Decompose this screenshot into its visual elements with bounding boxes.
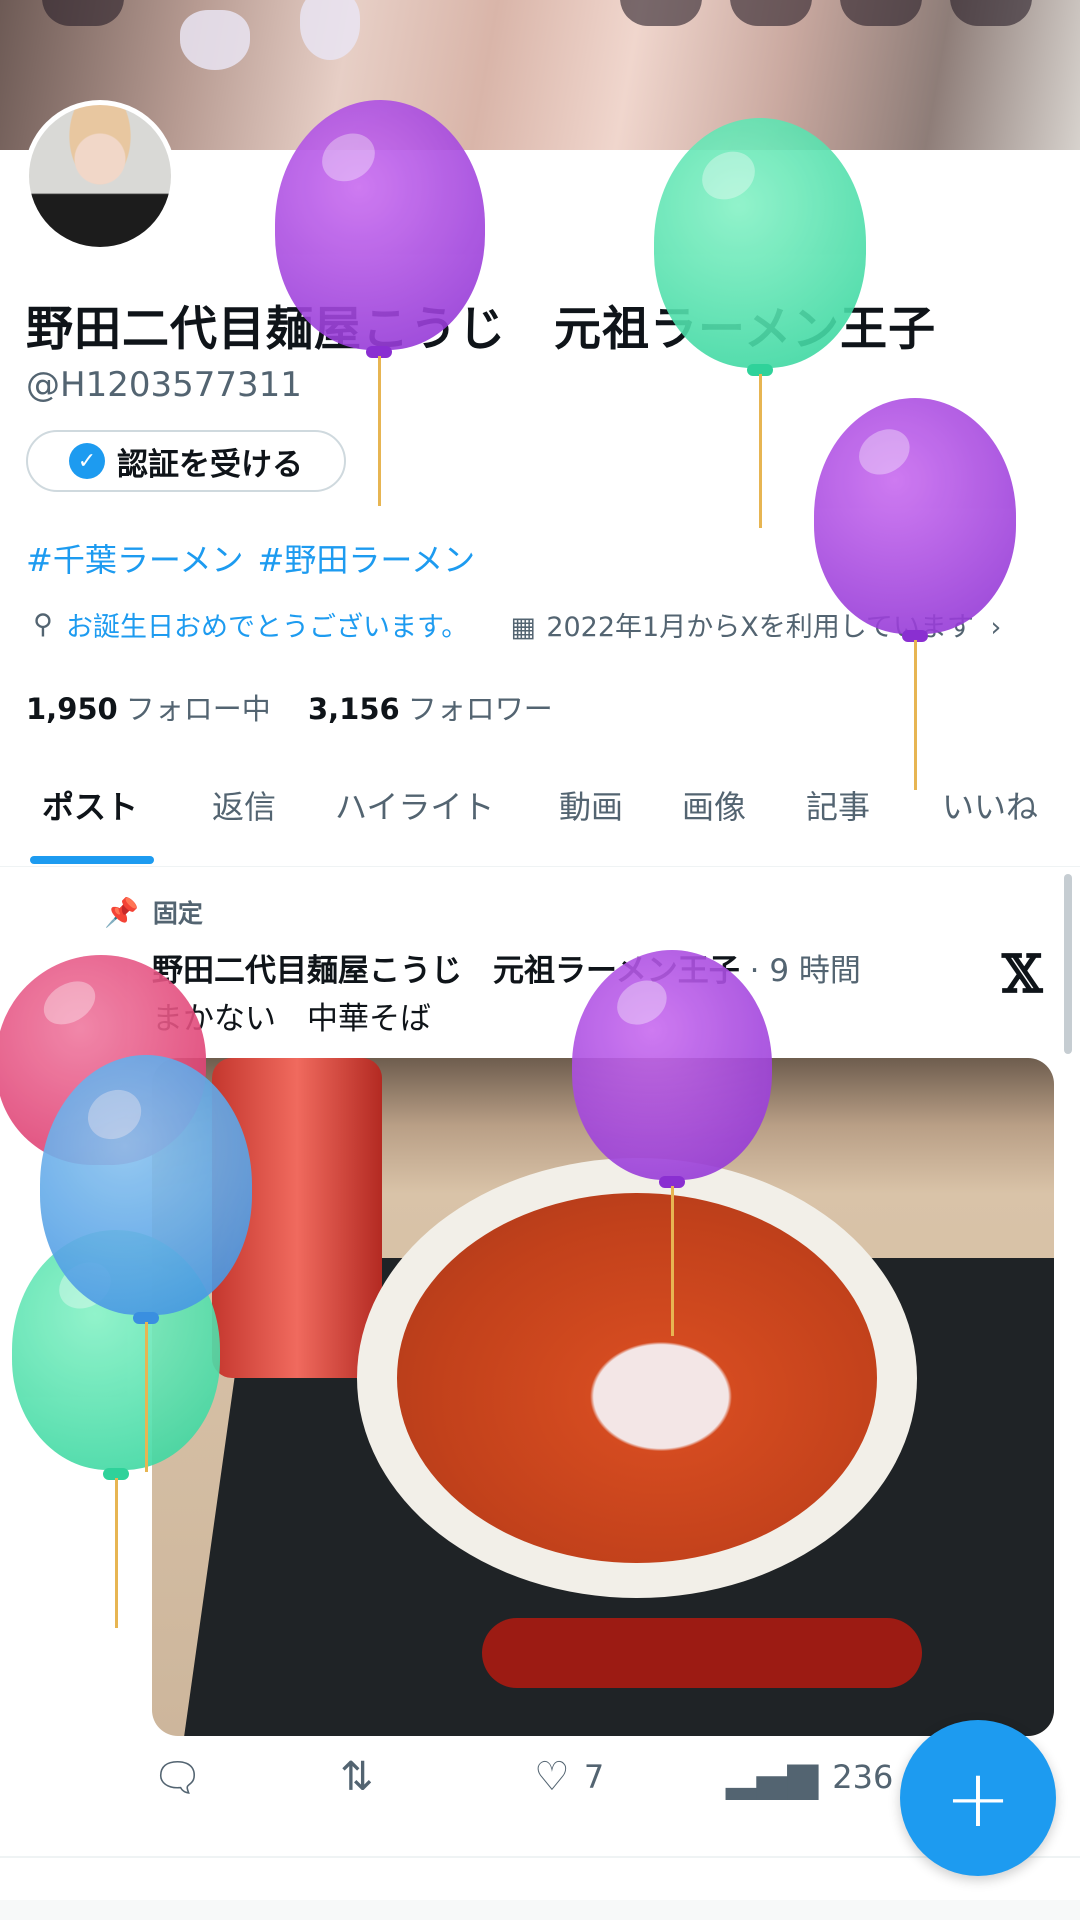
tab-likes[interactable]: いいね	[942, 782, 1038, 828]
bio-hashtags: #千葉ラーメン #野田ラーメン	[26, 535, 489, 581]
tab-images[interactable]: 画像	[682, 782, 746, 828]
next-post-edge	[0, 1900, 1080, 1920]
avatar[interactable]	[24, 100, 176, 252]
post-header: 野田二代目麺屋こうじ 元祖ラーメン王子 · 9 時間	[152, 945, 861, 990]
x-logo-icon: 𝕏	[1002, 944, 1043, 1005]
following-link[interactable]: 1,950 フォロー中	[26, 692, 271, 726]
balloon-string	[759, 374, 762, 528]
like-count: 7	[583, 1758, 605, 1796]
get-verified-button[interactable]: ✓ 認証を受ける	[26, 430, 346, 492]
get-verified-label: 認証を受ける	[117, 446, 303, 483]
hashtag-link[interactable]: #野田ラーメン	[258, 541, 476, 579]
tab-replies[interactable]: 返信	[212, 782, 276, 828]
follow-stats: 1,950 フォロー中 3,156 フォロワー	[26, 686, 553, 728]
compose-button[interactable]: +	[900, 1720, 1056, 1876]
reply-button[interactable]: 🗨	[152, 1754, 203, 1801]
balloon-string	[145, 1322, 148, 1472]
pinned-label: 固定	[152, 899, 203, 928]
tab-articles[interactable]: 記事	[806, 782, 870, 828]
heart-icon: ♡	[534, 1754, 570, 1800]
post-time[interactable]: · 9 時間	[750, 953, 861, 989]
balloon	[654, 118, 866, 368]
view-count: 236	[832, 1758, 894, 1796]
back-button[interactable]	[42, 0, 124, 26]
reply-icon: 🗨	[152, 1755, 203, 1801]
location-icon: ⚲	[33, 609, 53, 640]
balloon	[40, 1055, 252, 1315]
balloon-string	[378, 356, 381, 506]
chevron-right-icon[interactable]: ›	[990, 612, 1001, 643]
profile-banner[interactable]	[0, 0, 1080, 150]
post-image[interactable]	[152, 1058, 1054, 1736]
banner-decoration	[180, 10, 250, 70]
views-icon: ▂▄▆	[726, 1754, 819, 1800]
search-button[interactable]	[620, 0, 702, 26]
more-button[interactable]	[950, 0, 1032, 26]
scrollbar[interactable]	[1064, 874, 1072, 1054]
followers-link[interactable]: 3,156 フォロワー	[308, 692, 553, 726]
balloon-string	[914, 640, 917, 790]
retweet-button[interactable]: ⇅	[340, 1754, 374, 1800]
retweet-icon: ⇅	[340, 1754, 374, 1800]
like-button[interactable]: ♡ 7	[534, 1754, 604, 1800]
hashtag-link[interactable]: #千葉ラーメン	[26, 541, 244, 579]
balloon-string	[115, 1478, 118, 1628]
user-handle: @H1203577311	[26, 365, 302, 405]
tab-videos[interactable]: 動画	[559, 782, 623, 828]
notifications-button[interactable]	[840, 0, 922, 26]
pin-icon: 📌	[104, 895, 139, 929]
views-button[interactable]: ▂▄▆ 236	[726, 1754, 893, 1800]
banner-decoration	[300, 0, 360, 60]
balloon-string	[671, 1186, 674, 1336]
post-divider	[0, 1856, 1080, 1858]
tab-highlights[interactable]: ハイライト	[335, 782, 494, 828]
tab-posts[interactable]: ポスト	[42, 782, 138, 828]
birthday-text[interactable]: お誕生日おめでとうございます。	[66, 605, 468, 644]
profile-tabs: ポスト 返信 ハイライト 動画 画像 記事 いいね	[0, 760, 1080, 867]
plus-icon: +	[944, 1751, 1012, 1845]
verified-badge-icon: ✓	[69, 443, 105, 479]
calendar-icon: ▦	[510, 612, 537, 643]
pinned-indicator: 📌 固定	[104, 894, 203, 930]
share-button[interactable]	[730, 0, 812, 26]
balloon	[814, 398, 1016, 634]
active-tab-indicator	[30, 856, 154, 864]
balloon	[572, 950, 772, 1180]
balloon	[275, 100, 485, 350]
